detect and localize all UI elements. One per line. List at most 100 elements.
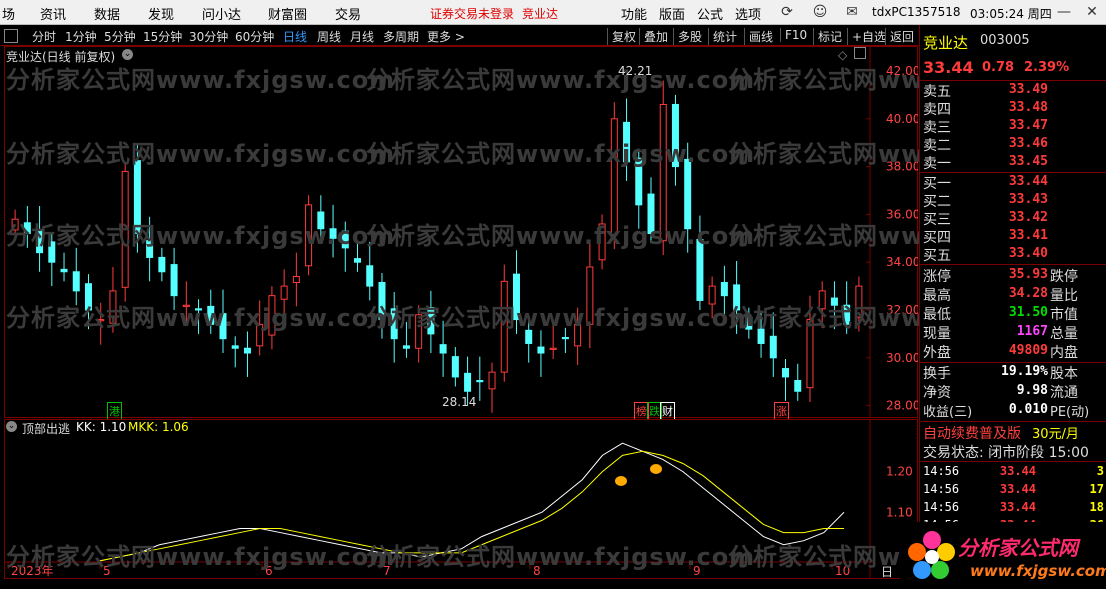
candle-body [366,265,374,287]
maximize-icon[interactable] [854,47,866,59]
bid-price: 33.44 [1008,174,1048,189]
menu-item-formula[interactable]: 公式 [697,4,723,23]
candle-body [561,336,569,340]
indicator-chart[interactable]: 1.20 1.10 2023年 5 6 7 8 9 10 分析家公式网www.fxjgsw.co… [4,419,1106,580]
tool-back-button[interactable]: 返回 [885,28,914,45]
watermark: 分析家公式网www.fxjgsw.com [6,543,396,571]
chart-title: 竞业达(日线 前复权) [6,50,116,64]
stat-label: 净资 [923,385,951,401]
menu-bar: 场 资讯 数据 发现 问小达 财富圈 交易 证券交易未登录 竞业达 功能 版面 … [0,0,1106,25]
period-tab-monthly[interactable]: 月线 [350,28,374,45]
tick-volume: 18 [1089,500,1104,514]
menu-item-news[interactable]: 资讯 [40,4,66,23]
candle-body [60,268,68,273]
period-tab-weekly[interactable]: 周线 [317,28,341,45]
candle-body [439,344,447,354]
promo-price[interactable]: 30元/月 [1032,423,1079,442]
menu-item-trade[interactable]: 交易 [335,4,361,23]
stock-name: 竞业达 [923,34,969,52]
bid-price: 33.40 [1008,246,1048,261]
menu-item-data[interactable]: 数据 [94,4,120,23]
quote-panel: 竞业达 003005 33.44 0.78 2.39% 卖五 33.49 卖四 … [919,25,1106,589]
menu-item-market[interactable]: 场 [2,4,15,23]
tool-draw-button[interactable]: 画线 [744,28,773,45]
diamond-icon[interactable]: ◇ [838,48,847,62]
period-tab-intraday[interactable]: 分时 [32,28,56,45]
mail-icon[interactable]: ✉ [840,2,864,22]
last-price: 33.44 [923,58,974,77]
candle-body [72,271,80,292]
menu-item-options[interactable]: 选项 [735,4,761,23]
tool-add-watchlist-button[interactable]: +自选 [847,28,886,45]
grid-icon[interactable] [4,29,18,43]
candle-body [769,335,777,359]
bid-label: 买一 [923,176,951,192]
minimize-icon[interactable]: — [1052,2,1076,22]
refresh-icon[interactable]: ⟳ [775,2,799,22]
stat-value: 31.50 [1008,305,1048,320]
ask-price: 33.46 [1008,136,1048,151]
y-tick-label: 30.00 [886,351,918,365]
tool-mark-button[interactable]: 标记 [813,28,842,45]
period-tab-15min[interactable]: 15分钟 [143,28,182,45]
chevron-down-icon[interactable]: ⌄ [6,421,17,432]
close-icon[interactable]: ✕ [1080,2,1104,22]
login-status[interactable]: 证券交易未登录 [430,5,514,22]
bid-price: 33.41 [1008,228,1048,243]
candle-body [402,345,410,349]
candle-body [292,276,300,284]
menu-item-discover[interactable]: 发现 [148,4,174,23]
tool-f10-button[interactable]: F10 [780,28,807,42]
menu-item-ask[interactable]: 问小达 [202,4,241,23]
period-tab-1min[interactable]: 1分钟 [65,28,97,45]
stat-value: 1167 [1016,324,1048,339]
divider [920,461,1106,462]
marker-rise[interactable]: 涨 [774,402,789,420]
period-tab-60min[interactable]: 60分钟 [235,28,274,45]
menu-item-function[interactable]: 功能 [621,4,647,23]
stat-value: 19.19% [1001,364,1048,379]
tool-stats-button[interactable]: 统计 [708,28,737,45]
stat-label: PE(动) [1050,405,1090,420]
period-tab-daily[interactable]: 日线 [283,28,307,45]
account-id: tdxPC1357518 [872,5,961,19]
bid-label: 买三 [923,212,951,228]
stat-label: 市值 [1050,307,1078,323]
chat-icon[interactable]: ☺ [808,2,832,22]
menu-item-wealth-circle[interactable]: 财富圈 [268,4,307,23]
stat-label: 内盘 [1050,345,1078,361]
ask-label: 卖四 [923,102,951,118]
tick-volume: 3 [1096,464,1104,478]
period-tab-multi[interactable]: 多周期 [383,28,419,45]
tab-day[interactable]: 日 [881,563,893,580]
stat-label: 量比 [1050,288,1078,304]
bid-label: 买四 [923,230,951,246]
trade-status: 交易状态: 闭市阶段 15:00 [923,445,1089,461]
period-tab-more[interactable]: 更多 > [427,28,465,45]
bid-price: 33.42 [1008,210,1048,225]
signal-dot [615,476,627,486]
stock-link[interactable]: 竞业达 [522,5,558,22]
period-tab-30min[interactable]: 30分钟 [189,28,228,45]
kline-chart[interactable]: 42.00 40.00 38.00 36.00 34.00 32.00 30.00 28.00… [4,46,1106,420]
bid-label: 买五 [923,248,951,264]
watermark: 分析家公式网www.fxjgsw.com [366,66,756,94]
tool-multi-stock-button[interactable]: 多股 [673,28,702,45]
stat-value: 34.28 [1008,286,1048,301]
candle-body [243,347,251,354]
tool-adjust-button[interactable]: 复权 [607,28,636,45]
candle-body [794,380,802,392]
price-change-pct: 2.39% [1024,60,1070,75]
chevron-down-icon[interactable]: ⌄ [122,49,133,60]
period-tab-5min[interactable]: 5分钟 [104,28,136,45]
stat-label: 涨停 [923,269,951,285]
candle-body [170,264,178,297]
ask-price: 33.45 [1008,154,1048,169]
marker-hk[interactable]: 港 [107,402,122,420]
marker-finance[interactable]: 财 [660,402,675,420]
tick-price: 33.44 [999,500,1036,514]
promo-text[interactable]: 自动续费普及版 [923,423,1021,442]
tool-overlay-button[interactable]: 叠加 [639,28,668,45]
menu-item-layout[interactable]: 版面 [659,4,685,23]
indicator-title: 顶部出逃 [22,422,71,436]
